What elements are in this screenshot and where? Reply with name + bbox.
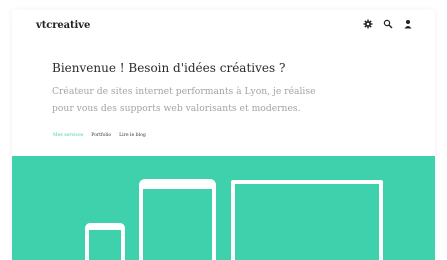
page-title: Bienvenue ! Besoin d'idées créatives ? xyxy=(52,61,286,75)
hero-banner xyxy=(12,156,435,260)
laptop-illustration xyxy=(231,180,383,260)
search-icon[interactable] xyxy=(383,19,393,29)
gear-icon[interactable] xyxy=(363,19,373,29)
intro-line-2: pour vous des supports web valorisants e… xyxy=(52,103,301,114)
site-logo[interactable]: vtcreative xyxy=(36,20,90,31)
header-icons xyxy=(363,19,413,29)
site-header: vtcreative xyxy=(12,10,435,46)
nav-link-portfolio[interactable]: Portfolio xyxy=(91,133,111,138)
intro-line-1: Créateur de sites internet performants à… xyxy=(52,86,316,97)
tablet-illustration xyxy=(139,179,216,260)
phone-illustration xyxy=(85,223,125,260)
page-card: vtcreative Bienvenue ! Besoin d'idées cr… xyxy=(12,10,435,260)
nav-link-blog[interactable]: Lire le blog xyxy=(119,133,146,138)
user-icon[interactable] xyxy=(403,19,413,29)
section-nav: Mes services Portfolio Lire le blog xyxy=(53,133,146,138)
intro-text: Créateur de sites internet performants à… xyxy=(52,83,352,117)
nav-link-services[interactable]: Mes services xyxy=(53,133,83,138)
